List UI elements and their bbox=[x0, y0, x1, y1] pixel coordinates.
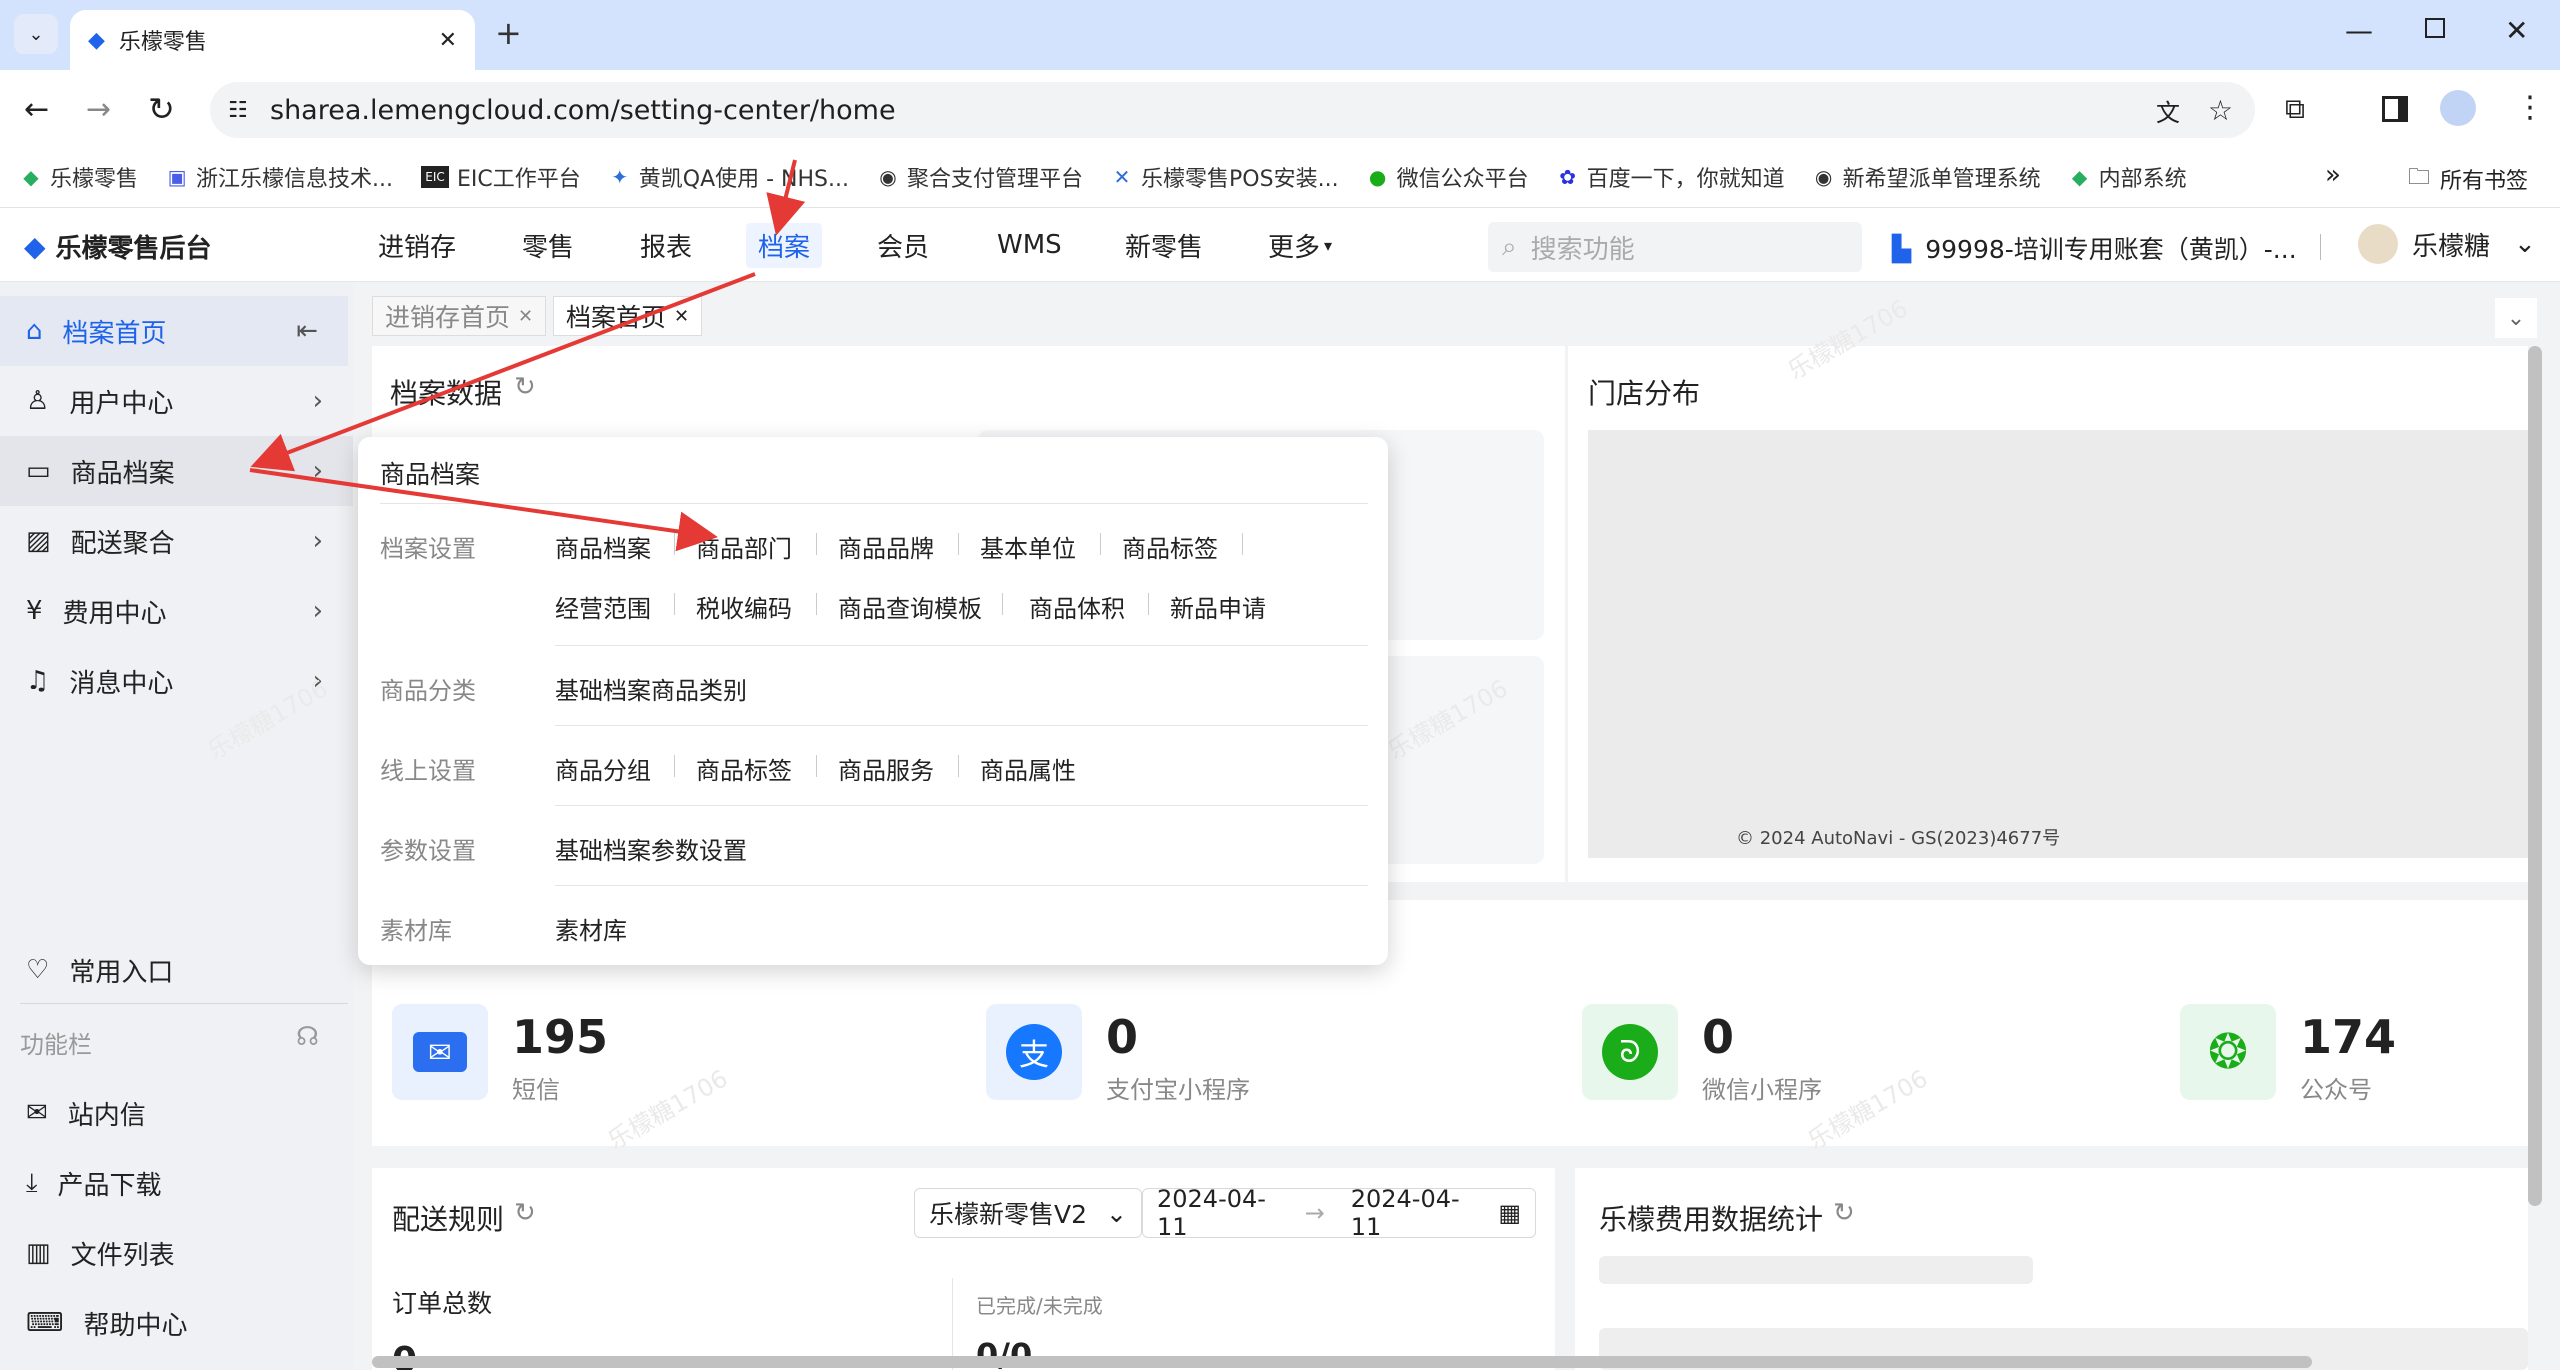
annotation-arrow bbox=[249, 468, 718, 552]
annotation-arrows bbox=[249, 159, 806, 552]
annotation-arrow bbox=[766, 159, 806, 236]
annotation-arrow bbox=[250, 272, 756, 472]
